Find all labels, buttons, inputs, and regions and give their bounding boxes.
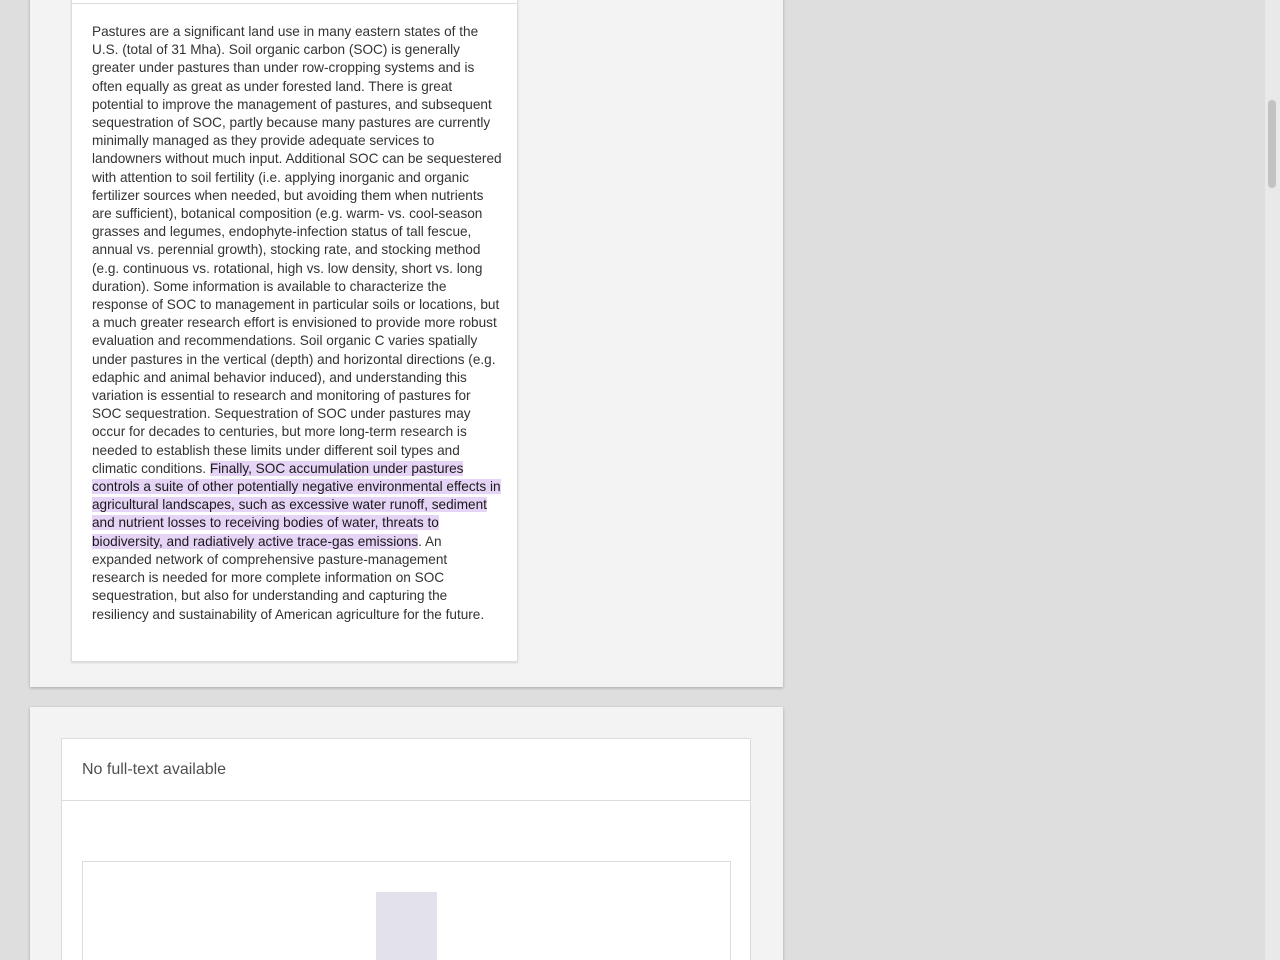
preview-frame: [82, 861, 731, 960]
document-preview-thumbnail[interactable]: [376, 892, 437, 960]
abstract-text: Pastures are a significant land use in m…: [92, 23, 502, 624]
vertical-scrollbar[interactable]: [1265, 0, 1280, 960]
abstract-box: Pastures are a significant land use in m…: [71, 0, 518, 662]
no-fulltext-panel: No full-text available: [61, 738, 751, 960]
abstract-card: Pastures are a significant land use in m…: [30, 0, 783, 687]
fulltext-card: No full-text available: [30, 707, 783, 960]
viewport: Pastures are a significant land use in m…: [0, 0, 1280, 960]
abstract-text-before: Pastures are a significant land use in m…: [92, 24, 502, 476]
no-fulltext-header: No full-text available: [62, 739, 750, 801]
abstract-divider: [72, 3, 517, 4]
scrollbar-thumb[interactable]: [1268, 100, 1276, 188]
